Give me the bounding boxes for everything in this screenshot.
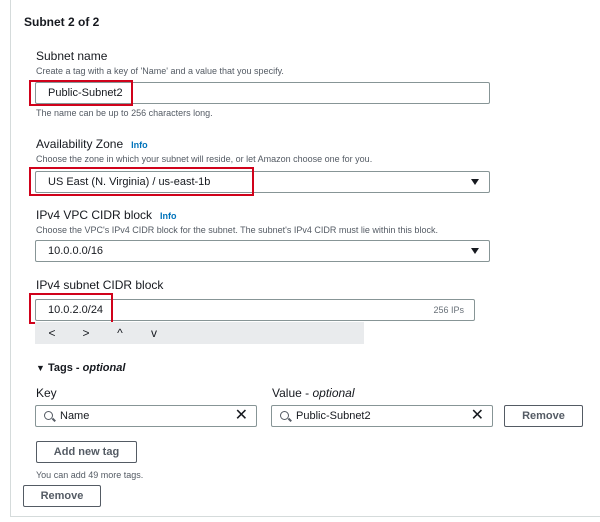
ip-count: 256 IPs (433, 305, 464, 315)
tag-value-value: Public-Subnet2 (296, 410, 371, 422)
tags-title: Tags (47, 362, 73, 374)
tags-section-toggle[interactable]: ▼ Tags - optional (36, 362, 125, 374)
vpc-cidr-info-link[interactable]: Info (160, 211, 177, 221)
availability-zone-description: Choose the zone in which your subnet wil… (36, 154, 373, 164)
tag-key-input[interactable]: Name ✕ (35, 405, 257, 427)
search-icon (280, 411, 289, 420)
remove-tag-button[interactable]: Remove (504, 405, 583, 427)
tag-value-label: Value - optional (272, 386, 355, 400)
caret-down-icon (471, 179, 479, 185)
availability-zone-label-text: Availability Zone (36, 137, 124, 151)
cidr-stepper: < > ^ v (35, 322, 364, 344)
subnet-name-value: Public-Subnet2 (48, 87, 123, 99)
vpc-cidr-label-text: IPv4 VPC CIDR block (36, 208, 153, 222)
availability-zone-value: US East (N. Virginia) / us-east-1b (48, 176, 211, 188)
availability-zone-select[interactable]: US East (N. Virginia) / us-east-1b (35, 171, 490, 193)
tag-key-value: Name (60, 410, 90, 422)
vpc-cidr-value: 10.0.0.0/16 (48, 245, 104, 257)
subnet-name-constraint: The name can be up to 256 characters lon… (36, 108, 213, 118)
vpc-cidr-select[interactable]: 10.0.0.0/16 (35, 240, 490, 262)
subnet-name-input[interactable]: Public-Subnet2 (35, 82, 490, 104)
subnet-cidr-input[interactable]: 10.0.2.0/24 256 IPs (35, 299, 475, 321)
search-icon (44, 411, 53, 420)
caret-down-icon: ▼ (36, 363, 45, 373)
vpc-cidr-label: IPv4 VPC CIDR block Info (36, 208, 177, 222)
prev-arrow-icon[interactable]: < (35, 326, 69, 340)
section-title: Subnet 2 of 2 (24, 15, 100, 29)
clear-icon[interactable]: ✕ (235, 406, 248, 426)
subnet-name-label: Subnet name (36, 49, 108, 63)
subnet-cidr-value: 10.0.2.0/24 (48, 304, 104, 316)
availability-zone-info-link[interactable]: Info (131, 140, 148, 150)
tags-optional: optional (82, 362, 126, 374)
tag-value-optional: optional (312, 386, 355, 400)
vpc-cidr-description: Choose the VPC's IPv4 CIDR block for the… (36, 225, 438, 235)
remove-subnet-button[interactable]: Remove (23, 485, 101, 507)
subnet-cidr-label: IPv4 subnet CIDR block (36, 278, 164, 292)
caret-down-icon (471, 248, 479, 254)
clear-icon[interactable]: ✕ (471, 406, 484, 426)
up-arrow-icon[interactable]: ^ (103, 326, 137, 340)
tags-remaining-note: You can add 49 more tags. (36, 470, 144, 480)
add-new-tag-button[interactable]: Add new tag (36, 441, 137, 463)
tag-value-input[interactable]: Public-Subnet2 ✕ (271, 405, 493, 427)
down-arrow-icon[interactable]: v (137, 326, 171, 340)
availability-zone-label: Availability Zone Info (36, 137, 148, 151)
next-arrow-icon[interactable]: > (69, 326, 103, 340)
tag-key-label: Key (36, 386, 57, 400)
subnet-name-description: Create a tag with a key of 'Name' and a … (36, 66, 284, 76)
tag-value-label-text: Value (272, 386, 302, 400)
